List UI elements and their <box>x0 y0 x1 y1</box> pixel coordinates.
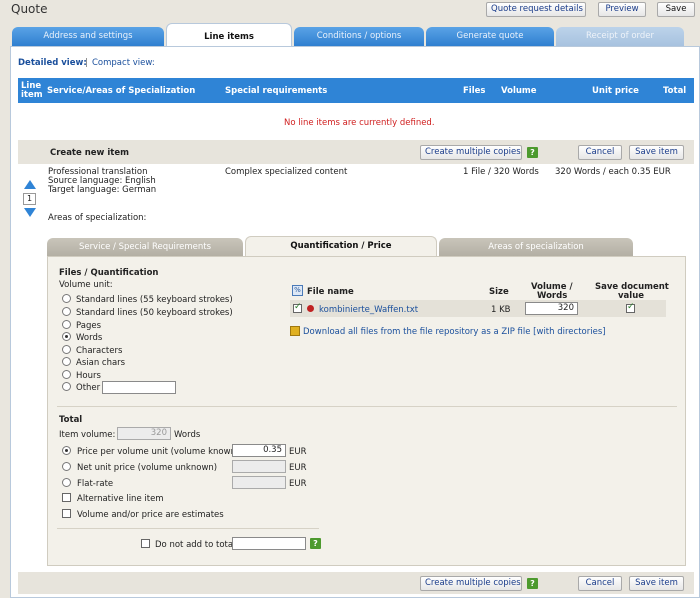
item-volume-unit: Words <box>174 430 201 440</box>
item-files: 1 File / 320 Words <box>463 167 539 177</box>
create-multiple-copies-button[interactable]: Create multiple copies <box>420 145 522 160</box>
select-all-files-icon[interactable]: % <box>292 285 303 296</box>
net-unit-price-label: Net unit price (volume unknown) <box>77 463 218 473</box>
bottom-help-icon[interactable]: ? <box>527 578 538 589</box>
do-not-add-checkbox[interactable] <box>141 539 150 548</box>
save-item-button[interactable]: Save item <box>629 145 684 160</box>
unit-characters-radio[interactable] <box>62 345 71 354</box>
detailed-view-link[interactable]: Detailed view: <box>18 58 87 68</box>
subtab-areas-specialization[interactable]: Areas of specialization <box>439 238 633 256</box>
do-not-add-input[interactable] <box>232 537 306 550</box>
item-unit-price: 320 Words / each 0.35 EUR <box>555 167 671 177</box>
unit-hours-radio[interactable] <box>62 370 71 379</box>
bottom-create-multiple-copies-button[interactable]: Create multiple copies <box>420 576 522 591</box>
net-unit-price-currency: EUR <box>289 463 307 473</box>
col-files: Files <box>463 86 486 96</box>
flat-rate-input <box>232 476 286 489</box>
empty-message: No line items are currently defined. <box>284 118 435 128</box>
unit-asian-chars-radio[interactable] <box>62 357 71 366</box>
col-service: Service/Areas of Specialization <box>47 86 196 96</box>
total-divider <box>57 528 319 529</box>
flat-rate-label: Flat-rate <box>77 479 114 489</box>
total-title: Total <box>59 415 83 425</box>
item-target-language: Target language: German <box>48 185 157 195</box>
unit-hours-label: Hours <box>76 371 101 381</box>
unit-other-label: Other <box>76 383 101 393</box>
price-per-unit-radio[interactable] <box>62 446 71 455</box>
save-button[interactable]: Save <box>657 2 695 17</box>
quote-request-details-button[interactable]: Quote request details <box>486 2 586 17</box>
unit-standard-50-radio[interactable] <box>62 307 71 316</box>
net-unit-price-input <box>232 460 286 473</box>
unit-words-radio[interactable] <box>62 332 71 341</box>
item-areas: Areas of specialization: <box>48 213 147 223</box>
unit-asian-chars-label: Asian chars <box>76 358 126 368</box>
alternative-line-item-label: Alternative line item <box>77 494 164 504</box>
file-name-link[interactable]: kombinierte_Waffen.txt <box>319 305 418 315</box>
do-not-add-label: Do not add to total <box>155 540 236 550</box>
window-title: Quote <box>11 2 48 16</box>
line-items-header: Line item Service/Areas of Specializatio… <box>18 78 694 103</box>
subtab-service-requirements[interactable]: Service / Special Requirements <box>47 238 243 256</box>
unit-words-label: Words <box>76 333 103 343</box>
cancel-button[interactable]: Cancel <box>578 145 622 160</box>
col-unit-price: Unit price <box>592 86 639 96</box>
tab-line-items[interactable]: Line items <box>166 23 292 46</box>
save-document-value-checkbox[interactable] <box>626 302 635 313</box>
price-per-unit-input[interactable]: 0.35 <box>232 444 286 457</box>
unit-standard-55-label: Standard lines (55 keyboard strokes) <box>76 295 233 305</box>
estimates-checkbox[interactable] <box>62 509 71 518</box>
compact-view-link[interactable]: Compact view: <box>92 58 155 68</box>
col-line-item-line2: item <box>21 90 43 100</box>
unit-pages-label: Pages <box>76 321 102 331</box>
size-header: Size <box>489 287 509 297</box>
bottom-cancel-button[interactable]: Cancel <box>578 576 622 591</box>
download-zip-link[interactable]: Download all files from the file reposit… <box>303 327 606 337</box>
section-divider <box>57 406 677 407</box>
move-up-icon[interactable] <box>24 180 36 189</box>
unit-standard-55-radio[interactable] <box>62 294 71 303</box>
file-name-header: File name <box>307 287 354 297</box>
col-volume: Volume <box>501 86 537 96</box>
col-total: Total <box>663 86 687 96</box>
file-row-checkbox[interactable] <box>293 302 302 313</box>
files-quantification-title: Files / Quantification <box>59 268 159 278</box>
unit-characters-label: Characters <box>76 346 123 356</box>
unit-other-input[interactable] <box>102 381 176 394</box>
flat-rate-radio[interactable] <box>62 478 71 487</box>
tab-generate-quote[interactable]: Generate quote <box>426 27 554 46</box>
bottom-save-item-button[interactable]: Save item <box>629 576 684 591</box>
item-volume-input: 320 <box>117 427 171 440</box>
view-separator: | <box>85 58 88 68</box>
create-item-title: Create new item <box>50 148 129 158</box>
tab-receipt-of-order: Receipt of order <box>556 27 684 46</box>
alternative-line-item-checkbox[interactable] <box>62 493 71 502</box>
tab-address-settings[interactable]: Address and settings <box>12 27 164 46</box>
help-icon[interactable]: ? <box>527 147 538 158</box>
net-unit-price-radio[interactable] <box>62 462 71 471</box>
item-special-requirements: Complex specialized content <box>225 167 348 177</box>
price-per-unit-currency: EUR <box>289 447 307 457</box>
move-down-icon[interactable] <box>24 208 36 217</box>
total-help-icon[interactable]: ? <box>310 538 321 549</box>
unit-other-radio[interactable] <box>62 382 71 391</box>
volume-unit-label: Volume unit: <box>59 280 113 290</box>
estimates-label: Volume and/or price are estimates <box>77 510 224 520</box>
item-volume-label: Item volume: <box>59 430 116 440</box>
preview-button[interactable]: Preview <box>598 2 646 17</box>
unit-pages-radio[interactable] <box>62 320 71 329</box>
tab-conditions-options[interactable]: Conditions / options <box>294 27 424 46</box>
file-status-icon <box>307 305 314 312</box>
col-special-requirements: Special requirements <box>225 86 328 96</box>
unit-standard-50-label: Standard lines (50 keyboard strokes) <box>76 308 233 318</box>
zip-download-icon <box>290 326 300 336</box>
item-number: 1 <box>23 193 36 205</box>
file-size: 1 KB <box>491 305 511 315</box>
flat-rate-currency: EUR <box>289 479 307 489</box>
price-per-unit-label: Price per volume unit (volume known) <box>77 447 240 457</box>
subtab-quantification-price[interactable]: Quantification / Price <box>245 236 437 256</box>
file-volume-input[interactable]: 320 <box>525 302 578 315</box>
